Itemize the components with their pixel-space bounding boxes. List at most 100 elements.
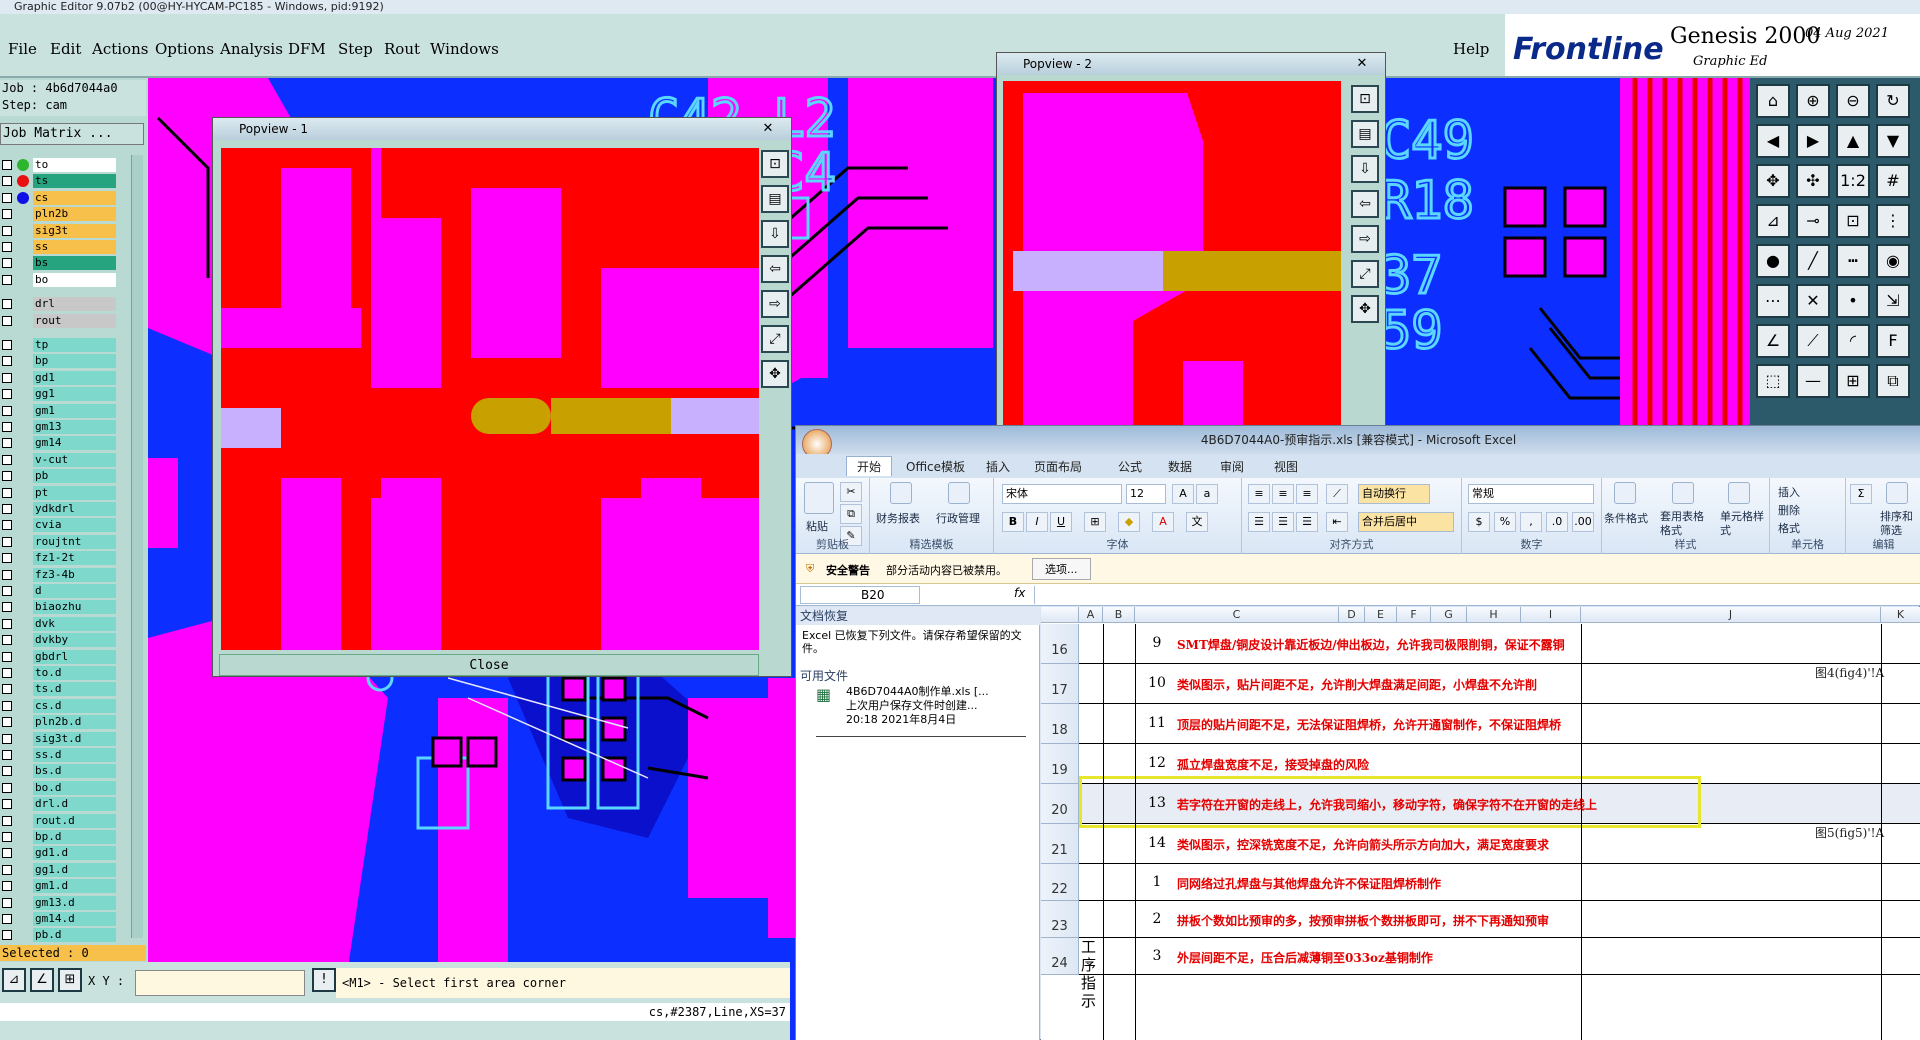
layer-checkbox[interactable] (2, 536, 12, 547)
row-header[interactable]: 22 (1041, 864, 1079, 901)
layer-checkbox[interactable] (2, 930, 12, 941)
font-name-select[interactable]: 宋体 (1002, 484, 1122, 504)
layer-checkbox[interactable] (2, 176, 12, 187)
autosum-icon[interactable]: Σ (1850, 484, 1872, 504)
probe-icon[interactable]: ⊸ (1796, 204, 1830, 238)
shrink-font-icon[interactable]: a (1196, 484, 1218, 504)
popview-close-button[interactable]: Close (219, 654, 759, 676)
connect-icon[interactable]: ⋯ (1756, 284, 1790, 318)
layer-name[interactable]: biaozhu (33, 600, 116, 615)
layer-name[interactable]: bp (33, 354, 116, 369)
layer-name[interactable]: pln2b.d (33, 715, 116, 730)
layer-name[interactable]: gm14.d (33, 912, 116, 926)
layer-name[interactable]: bo.d (33, 780, 116, 795)
layer-checkbox[interactable] (2, 717, 12, 728)
layer-checkbox[interactable] (2, 471, 12, 482)
layer-name[interactable]: sig3t.d (33, 731, 116, 746)
minus-icon[interactable]: — (1796, 364, 1830, 398)
layer-row-ydkdrl[interactable]: ydkdrl (0, 502, 118, 516)
layer-row-sig3t-d[interactable]: sig3t.d (0, 731, 118, 746)
row-header[interactable]: 19 (1041, 744, 1079, 784)
layer-checkbox[interactable] (2, 242, 12, 252)
table-format-label[interactable]: 套用表格格式 (1660, 510, 1710, 538)
align-top-icon[interactable]: ≡ (1248, 484, 1270, 504)
menu-dfm[interactable]: DFM (288, 40, 326, 58)
layer-row-d[interactable]: d (0, 584, 118, 598)
pv1-move-icon[interactable]: ✥ (761, 360, 789, 388)
layer-row-bs-d[interactable]: bs.d (0, 764, 118, 779)
zoom-in-icon[interactable]: ⊕ (1796, 84, 1830, 118)
select-icon[interactable]: ⬚ (1756, 364, 1790, 398)
column-header[interactable]: F (1397, 607, 1431, 623)
pv2-down-icon[interactable]: ⇩ (1351, 155, 1379, 183)
layer-row-bp[interactable]: bp (0, 354, 118, 369)
align-center-icon[interactable]: ☰ (1272, 512, 1294, 532)
layer-checkbox[interactable] (2, 766, 12, 777)
zoom-out-icon[interactable]: ⊖ (1836, 84, 1870, 118)
menu-options[interactable]: Options (155, 40, 214, 58)
layer-checkbox[interactable] (2, 356, 12, 367)
layer-row-ts[interactable]: ts (0, 174, 118, 189)
ribbon-tab-4[interactable]: 公式 (1118, 458, 1142, 475)
layer-checkbox[interactable] (2, 602, 12, 613)
layer-name[interactable]: gm13.d (33, 895, 116, 910)
grid-mode-icon[interactable]: ⊞ (58, 968, 82, 992)
box-icon[interactable]: ⊞ (1836, 364, 1870, 398)
layer-checkbox[interactable] (2, 299, 12, 310)
layer-checkbox[interactable] (2, 438, 12, 449)
font-size-select[interactable]: 12 (1126, 484, 1166, 504)
ribbon-tab-7[interactable]: 视图 (1274, 458, 1298, 475)
layer-name[interactable]: to (33, 158, 116, 172)
layer-row-gm14[interactable]: gm14 (0, 436, 118, 451)
redraw-icon[interactable]: ↻ (1876, 84, 1910, 118)
row-header[interactable]: 24 (1041, 938, 1079, 975)
layer-name[interactable]: ydkdrl (33, 502, 116, 516)
cross-icon[interactable]: ✕ (1796, 284, 1830, 318)
align-middle-icon[interactable]: ≡ (1272, 484, 1294, 504)
menu-step[interactable]: Step (338, 40, 373, 58)
pv1-right-icon[interactable]: ⇨ (761, 290, 789, 318)
row-header[interactable]: 17 (1041, 664, 1079, 704)
fin-report-label[interactable]: 财务报表 (876, 510, 920, 526)
layer-row-gm1-d[interactable]: gm1.d (0, 879, 118, 894)
layer-checkbox[interactable] (2, 848, 12, 859)
layer-checkbox[interactable] (2, 225, 12, 236)
column-header[interactable]: A (1079, 607, 1103, 623)
copy-icon[interactable]: ⧉ (1876, 364, 1910, 398)
layer-row-dvk[interactable]: dvk (0, 616, 118, 631)
layer-name[interactable]: to.d (33, 666, 116, 680)
slope-icon[interactable]: ⟋ (1796, 324, 1830, 358)
layer-row-bs[interactable]: bs (0, 256, 118, 271)
grow-font-icon[interactable]: A (1172, 484, 1194, 504)
layer-name[interactable]: bs (33, 256, 116, 271)
column-header[interactable]: E (1365, 607, 1397, 623)
snap-mode-icon[interactable]: ⊿ (2, 968, 26, 992)
formula-input[interactable] (1034, 586, 1914, 604)
delete-cells-button[interactable]: 删除 (1778, 502, 1800, 518)
layer-checkbox[interactable] (2, 160, 12, 170)
layer-checkbox[interactable] (2, 520, 12, 531)
pv2-layer-icon[interactable]: ▤ (1351, 120, 1379, 148)
layer-name[interactable]: rout.d (33, 813, 116, 828)
layer-checkbox[interactable] (2, 815, 12, 826)
job-matrix-button[interactable]: Job Matrix ... (0, 123, 144, 145)
insert-cells-button[interactable]: 插入 (1778, 484, 1800, 500)
layer-row-roujtnt[interactable]: roujtnt (0, 534, 118, 549)
line-icon[interactable]: ╱ (1796, 244, 1830, 278)
layer-checkbox[interactable] (2, 553, 12, 564)
layer-checkbox[interactable] (2, 914, 12, 924)
layer-checkbox[interactable] (2, 454, 12, 465)
layer-row-pln2b[interactable]: pln2b (0, 207, 118, 222)
cut-icon[interactable]: ✂ (840, 482, 862, 502)
layer-name[interactable]: sig3t (33, 223, 116, 238)
popview-2-view[interactable] (1003, 81, 1341, 441)
pv2-zoom-icon[interactable]: ⊡ (1351, 85, 1379, 113)
menu-actions[interactable]: Actions (92, 40, 148, 58)
column-header[interactable]: B (1103, 607, 1135, 623)
pv1-zoom-icon[interactable]: ⊡ (761, 150, 789, 178)
layer-name[interactable]: gm1 (33, 403, 116, 418)
layer-name[interactable]: gm14 (33, 436, 116, 451)
layer-name[interactable]: pb.d (33, 928, 116, 943)
layer-row-rout[interactable]: rout (0, 313, 118, 328)
recovery-file-item[interactable]: ▦ 4B6D7044A0制作单.xls [... 上次用户保存文件时创建... … (816, 683, 1026, 737)
